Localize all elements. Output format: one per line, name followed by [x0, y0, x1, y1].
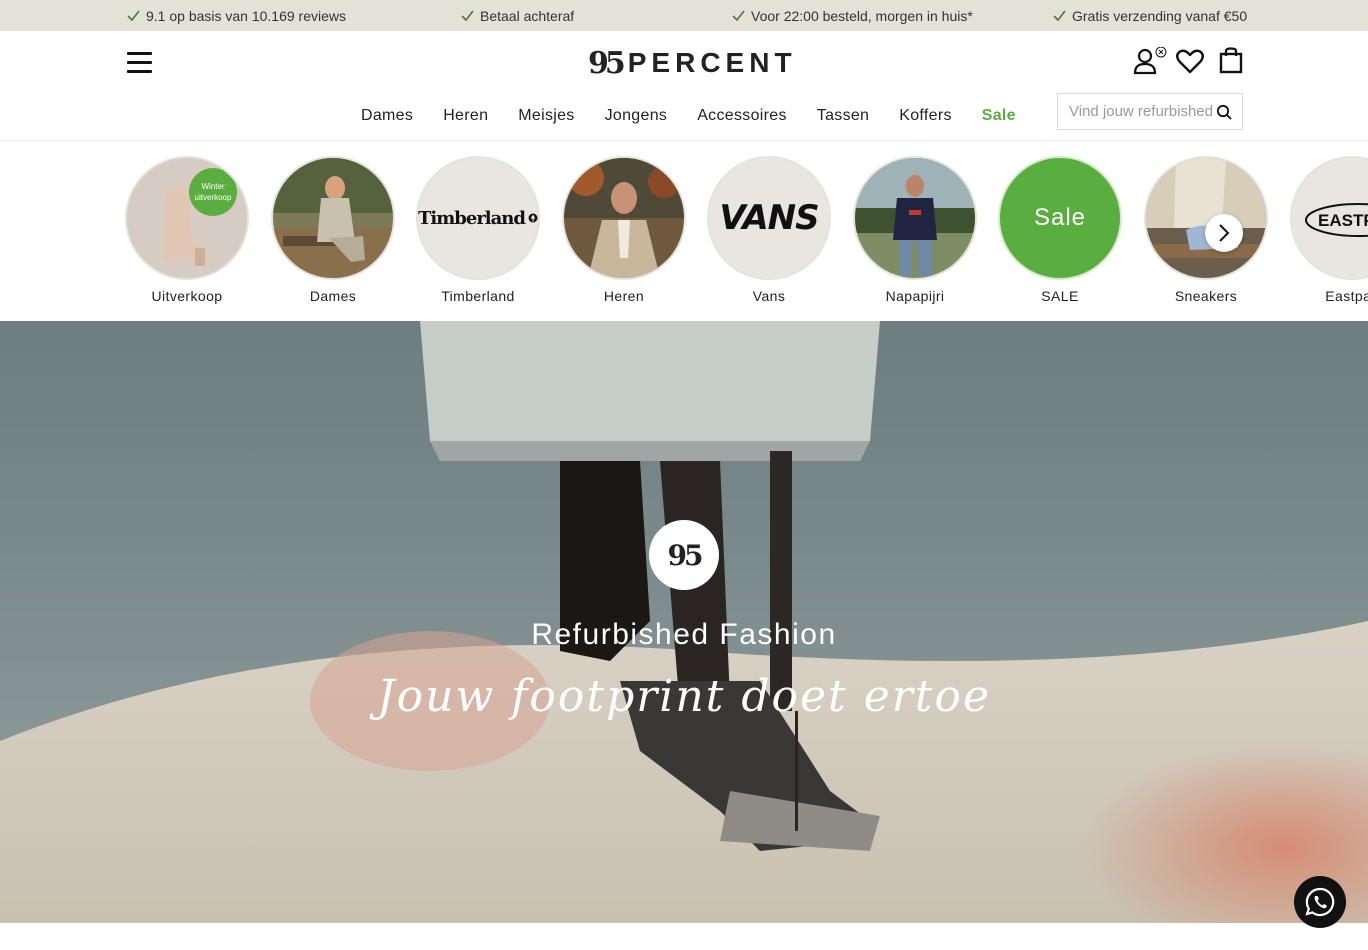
- site-header: 95 PERCENT Dames Heren Meisjes Jongens A…: [0, 31, 1368, 141]
- usp-text: Voor 22:00 besteld, morgen in huis*: [751, 7, 973, 24]
- category-label: Heren: [603, 288, 645, 304]
- site-logo[interactable]: 95 PERCENT: [588, 45, 797, 81]
- category-napapijri[interactable]: Napapijri: [853, 156, 977, 304]
- menu-icon[interactable]: [127, 52, 152, 73]
- category-badge-line2: uitverkoop: [195, 193, 232, 202]
- category-vans[interactable]: VANS Vans: [707, 156, 831, 304]
- sale-circle-text: Sale: [1033, 204, 1087, 231]
- nav-item-accessoires[interactable]: Accessoires: [697, 107, 787, 127]
- usp-text: Gratis verzending vanaf €50: [1072, 7, 1248, 24]
- check-icon: [127, 10, 140, 21]
- usp-bar: 9.1 op basis van 10.169 reviews Betaal a…: [0, 0, 1368, 31]
- nav-item-meisjes[interactable]: Meisjes: [518, 107, 574, 127]
- category-label: Dames: [309, 288, 357, 304]
- category-image: [271, 156, 395, 280]
- usp-item: 9.1 op basis van 10.169 reviews: [127, 0, 346, 31]
- category-image: EASTPAK: [1290, 156, 1368, 280]
- category-dames[interactable]: Dames: [271, 156, 395, 304]
- main-nav: Dames Heren Meisjes Jongens Accessoires …: [361, 107, 1046, 127]
- logo-number: 95: [588, 45, 626, 81]
- category-image: Timberland: [416, 156, 540, 280]
- search-icon[interactable]: [1216, 104, 1232, 120]
- nav-item-heren[interactable]: Heren: [443, 107, 488, 127]
- usp-text: Betaal achteraf: [480, 7, 575, 24]
- account-icon[interactable]: [1133, 47, 1169, 77]
- category-label: Uitverkoop: [151, 288, 223, 304]
- hero-logo-badge: 95: [649, 520, 719, 590]
- category-label: Napapijri: [885, 288, 945, 304]
- category-label: Eastpak: [1325, 288, 1368, 304]
- tree-icon: [528, 213, 538, 223]
- category-image: [1144, 156, 1268, 280]
- chevron-right-icon: [1219, 224, 1230, 242]
- category-label: Vans: [752, 288, 786, 304]
- usp-item: Gratis verzending vanaf €50: [1053, 0, 1247, 31]
- category-image: Sale: [998, 156, 1122, 280]
- shopping-bag-icon[interactable]: [1219, 47, 1243, 74]
- check-icon: [1053, 10, 1066, 21]
- carousel-next-button[interactable]: [1205, 214, 1243, 252]
- timberland-logo: Timberland: [418, 207, 526, 229]
- category-badge-line1: Winter: [201, 182, 224, 191]
- whatsapp-chat-button[interactable]: [1294, 876, 1346, 928]
- category-image: [562, 156, 686, 280]
- search-input[interactable]: [1058, 94, 1218, 129]
- category-uitverkoop[interactable]: Winter uitverkoop Uitverkoop: [125, 156, 249, 304]
- hero-banner[interactable]: 95 Refurbished Fashion Jouw footprint do…: [0, 321, 1368, 923]
- vans-logo: VANS: [719, 198, 819, 238]
- hero-title: Refurbished Fashion: [531, 618, 837, 651]
- category-sale[interactable]: Sale SALE: [998, 156, 1122, 304]
- category-label: Timberland: [441, 288, 515, 304]
- check-icon: [461, 10, 474, 21]
- category-image: [853, 156, 977, 280]
- nav-item-jongens[interactable]: Jongens: [605, 107, 668, 127]
- category-label: SALE: [1041, 288, 1079, 304]
- whatsapp-icon: [1305, 887, 1335, 917]
- category-carousel: Winter uitverkoop Uitverkoop Dames Timbe…: [0, 141, 1368, 321]
- category-label: Sneakers: [1174, 288, 1238, 304]
- search-box: [1057, 93, 1243, 130]
- wishlist-heart-icon[interactable]: [1176, 49, 1204, 74]
- nav-item-sale[interactable]: Sale: [982, 107, 1016, 127]
- usp-item: Betaal achteraf: [461, 0, 574, 31]
- hero-subtitle: Jouw footprint doet ertoe: [377, 671, 991, 722]
- category-image: Winter uitverkoop: [125, 156, 249, 280]
- hero-badge-text: 95: [667, 538, 704, 572]
- usp-text: 9.1 op basis van 10.169 reviews: [146, 7, 347, 24]
- nav-item-dames[interactable]: Dames: [361, 107, 413, 127]
- category-heren[interactable]: Heren: [562, 156, 686, 304]
- usp-item: Voor 22:00 besteld, morgen in huis*: [732, 0, 973, 31]
- check-icon: [732, 10, 745, 21]
- nav-item-koffers[interactable]: Koffers: [899, 107, 952, 127]
- category-image: VANS: [707, 156, 831, 280]
- logo-word: PERCENT: [627, 47, 797, 78]
- category-eastpak[interactable]: EASTPAK Eastpak: [1290, 156, 1368, 304]
- category-timberland[interactable]: Timberland Timberland: [416, 156, 540, 304]
- nav-item-tassen[interactable]: Tassen: [817, 107, 870, 127]
- eastpak-logo: EASTPAK: [1318, 211, 1368, 230]
